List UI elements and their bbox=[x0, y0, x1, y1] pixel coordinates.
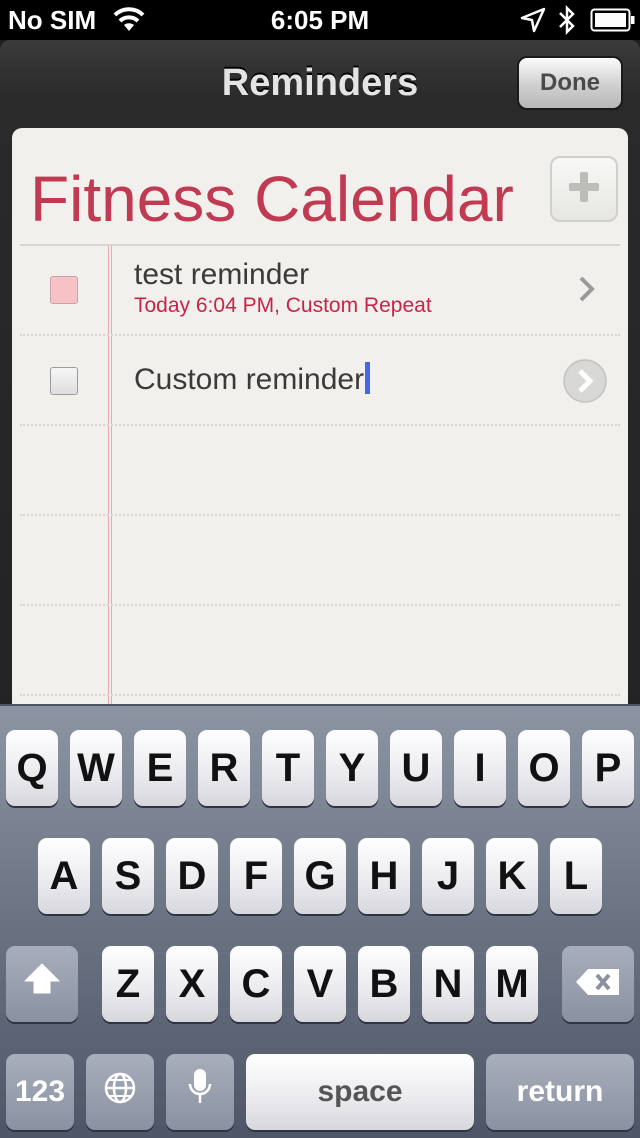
dictation-key[interactable] bbox=[166, 1054, 234, 1130]
margin-line bbox=[108, 246, 112, 722]
reminder-due-date: Today 6:04 PM, Custom Repeat bbox=[134, 294, 432, 317]
key-o[interactable]: O bbox=[518, 730, 570, 806]
backspace-icon bbox=[574, 962, 622, 1007]
done-button[interactable]: Done bbox=[517, 56, 623, 110]
text-cursor bbox=[365, 362, 371, 394]
key-b[interactable]: B bbox=[358, 946, 410, 1022]
numbers-key[interactable]: 123 bbox=[6, 1054, 74, 1130]
row-divider bbox=[20, 514, 620, 516]
bluetooth-icon bbox=[556, 4, 578, 41]
location-icon bbox=[520, 7, 546, 38]
reminder-checkbox[interactable] bbox=[50, 276, 78, 304]
key-k[interactable]: K bbox=[486, 838, 538, 914]
key-z[interactable]: Z bbox=[102, 946, 154, 1022]
key-h[interactable]: H bbox=[358, 838, 410, 914]
space-key[interactable]: space bbox=[246, 1054, 474, 1130]
list-title: Fitness Calendar bbox=[30, 163, 514, 235]
row-divider bbox=[20, 694, 620, 696]
row-divider bbox=[20, 424, 620, 426]
shift-key[interactable] bbox=[6, 946, 78, 1022]
key-v[interactable]: V bbox=[294, 946, 346, 1022]
key-g[interactable]: G bbox=[294, 838, 346, 914]
plus-icon bbox=[567, 170, 601, 209]
status-bar: No SIM 6:05 PM bbox=[0, 0, 640, 40]
add-reminder-button[interactable] bbox=[550, 156, 618, 222]
key-x[interactable]: X bbox=[166, 946, 218, 1022]
key-c[interactable]: C bbox=[230, 946, 282, 1022]
backspace-key[interactable] bbox=[562, 946, 634, 1022]
key-u[interactable]: U bbox=[390, 730, 442, 806]
key-t[interactable]: T bbox=[262, 730, 314, 806]
shift-icon bbox=[22, 961, 62, 1007]
key-m[interactable]: M bbox=[486, 946, 538, 1022]
key-i[interactable]: I bbox=[454, 730, 506, 806]
key-s[interactable]: S bbox=[102, 838, 154, 914]
row-divider bbox=[20, 604, 620, 606]
key-l[interactable]: L bbox=[550, 838, 602, 914]
key-y[interactable]: Y bbox=[326, 730, 378, 806]
key-j[interactable]: J bbox=[422, 838, 474, 914]
key-a[interactable]: A bbox=[38, 838, 90, 914]
key-q[interactable]: Q bbox=[6, 730, 58, 806]
key-d[interactable]: D bbox=[166, 838, 218, 914]
keyboard: Q W E R T Y U I O P A S D F G H J K L Z … bbox=[0, 704, 640, 1138]
chevron-right-icon[interactable] bbox=[576, 274, 598, 309]
key-r[interactable]: R bbox=[198, 730, 250, 806]
detail-disclosure-icon[interactable] bbox=[562, 358, 608, 409]
key-w[interactable]: W bbox=[70, 730, 122, 806]
return-key[interactable]: return bbox=[486, 1054, 634, 1130]
globe-key[interactable] bbox=[86, 1054, 154, 1130]
key-n[interactable]: N bbox=[422, 946, 474, 1022]
key-p[interactable]: P bbox=[582, 730, 634, 806]
microphone-icon bbox=[187, 1067, 213, 1117]
row-divider bbox=[20, 334, 620, 336]
reminder-title-text: Custom reminder bbox=[134, 363, 365, 396]
reminder-title-input[interactable]: Custom reminder bbox=[134, 362, 371, 397]
globe-icon bbox=[103, 1070, 137, 1115]
battery-icon bbox=[590, 8, 636, 37]
reminder-list: test reminder Today 6:04 PM, Custom Repe… bbox=[20, 244, 620, 722]
reminder-checkbox[interactable] bbox=[50, 367, 78, 395]
reminder-title[interactable]: test reminder bbox=[134, 258, 309, 292]
key-e[interactable]: E bbox=[134, 730, 186, 806]
key-f[interactable]: F bbox=[230, 838, 282, 914]
